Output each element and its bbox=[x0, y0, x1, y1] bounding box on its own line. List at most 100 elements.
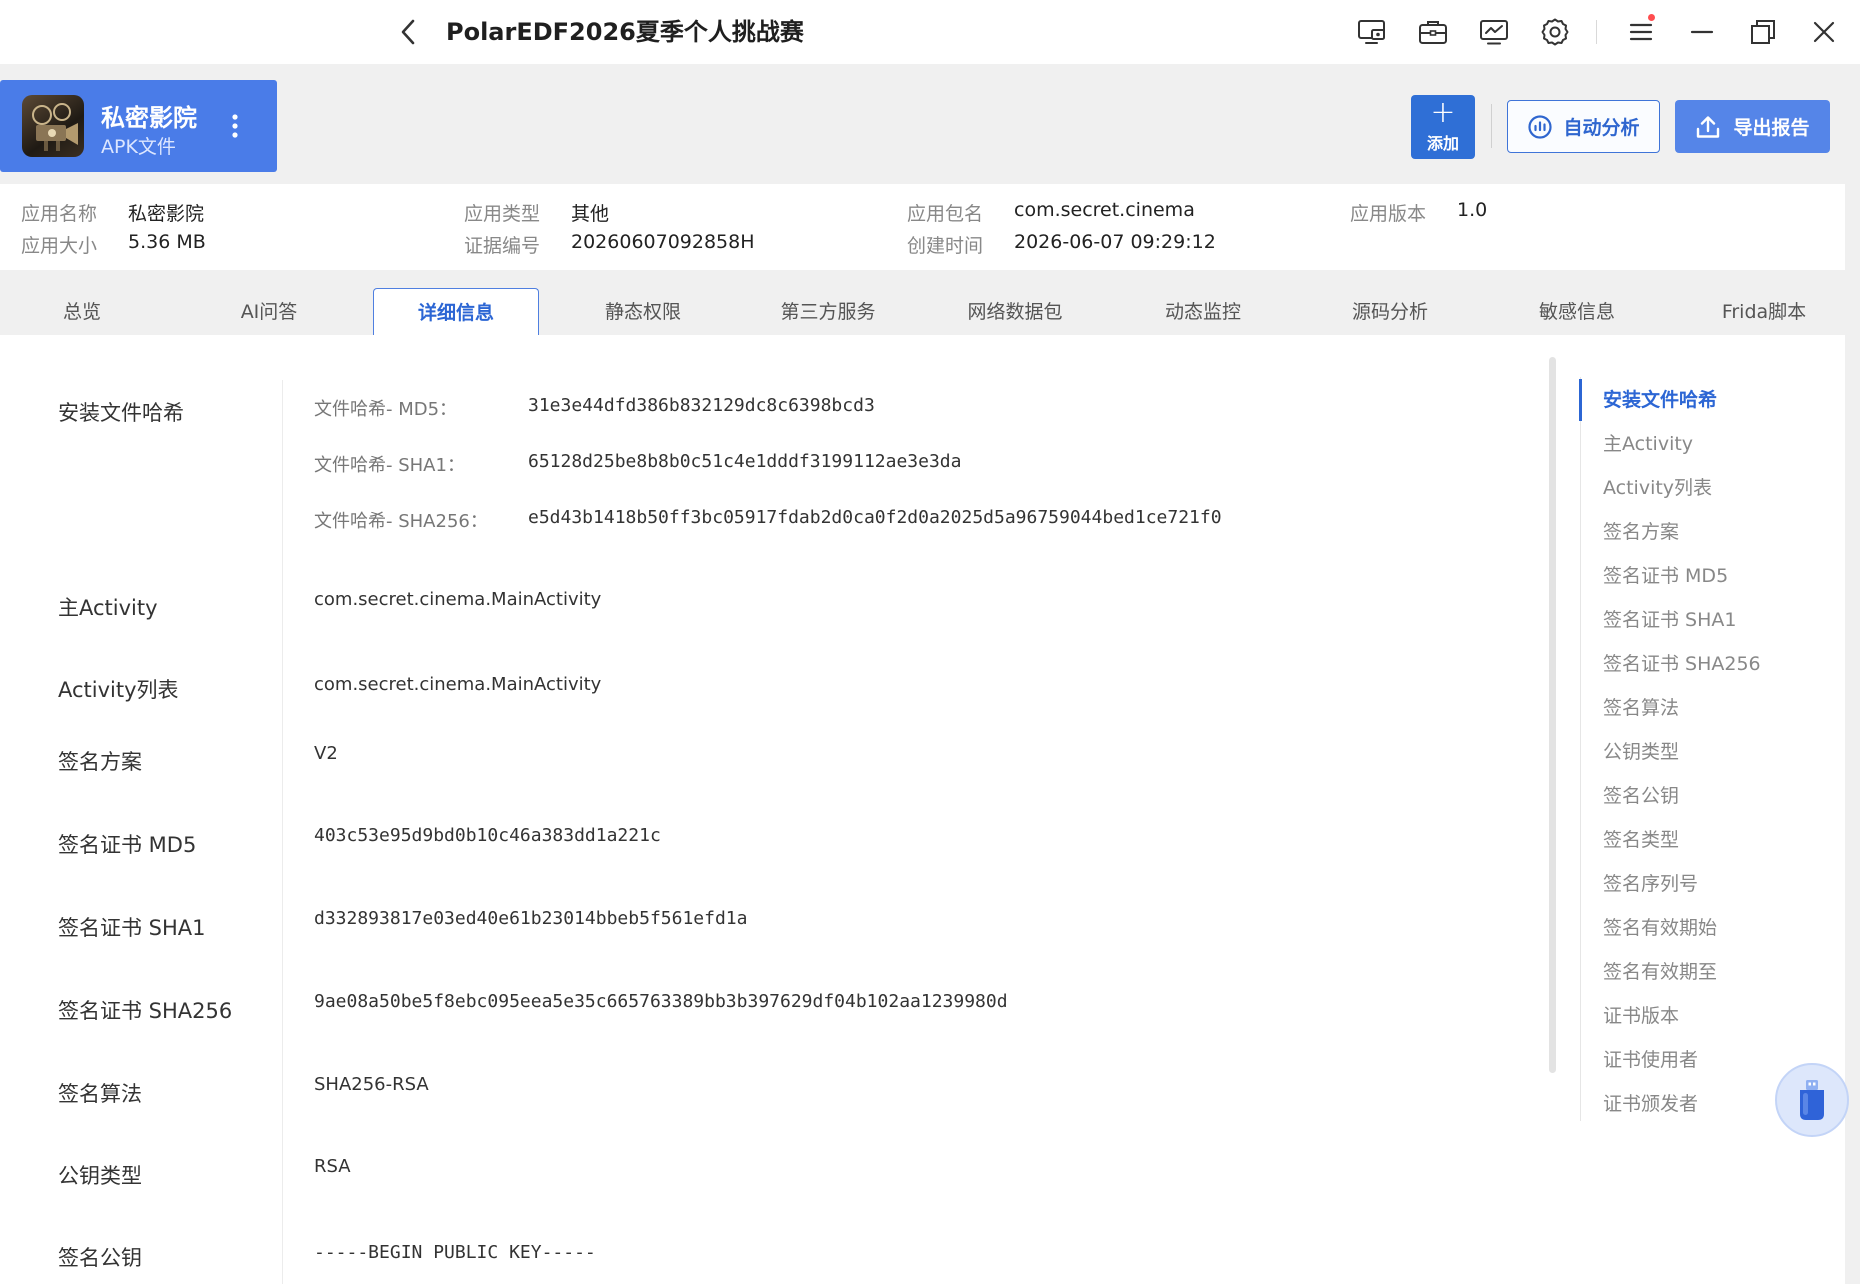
section-label-activity-list: Activity列表 bbox=[58, 678, 179, 702]
restore-window-icon bbox=[1751, 20, 1775, 44]
info-package-value: com.secret.cinema bbox=[1014, 199, 1195, 221]
info-package-key: 应用包名 bbox=[907, 203, 984, 225]
menu-icon bbox=[1629, 23, 1653, 41]
nav-item-sign-serial[interactable]: 签名序列号 bbox=[1603, 869, 1698, 896]
toolbar-separator bbox=[1596, 20, 1597, 44]
sign-scheme-value: V2 bbox=[314, 743, 338, 764]
section-label-cert-sha256: 签名证书 SHA256 bbox=[58, 999, 233, 1023]
close-icon bbox=[1813, 21, 1835, 43]
more-vertical-icon bbox=[232, 114, 238, 138]
tab-frida-script[interactable]: Frida脚本 bbox=[1704, 288, 1824, 336]
app-name: 私密影院 bbox=[101, 104, 197, 132]
add-button[interactable]: + 添加 bbox=[1411, 95, 1475, 159]
pubkey-value: -----BEGIN PUBLIC KEY----- bbox=[314, 1242, 596, 1263]
export-report-button[interactable]: 导出报告 bbox=[1675, 100, 1830, 153]
gear-icon bbox=[1541, 18, 1569, 46]
details-panel: 安装文件哈希 文件哈希- MD5： 31e3e44dfd386b832129dc… bbox=[0, 335, 1845, 1284]
section-label-sign-algo: 签名算法 bbox=[58, 1082, 142, 1106]
tab-ai-qa[interactable]: AI问答 bbox=[209, 288, 329, 336]
nav-item-cert-md5[interactable]: 签名证书 MD5 bbox=[1603, 561, 1728, 588]
cert-sha256-value: 9ae08a50be5f8ebc095eea5e35c665763389bb3b… bbox=[314, 991, 1008, 1012]
back-button[interactable] bbox=[390, 14, 426, 50]
nav-item-activity-list[interactable]: Activity列表 bbox=[1603, 473, 1712, 500]
app-more-button[interactable] bbox=[222, 106, 248, 146]
tab-source-analysis[interactable]: 源码分析 bbox=[1330, 288, 1450, 336]
info-kind-key: 应用类型 bbox=[464, 203, 541, 225]
monitor-chart-icon bbox=[1480, 20, 1508, 45]
info-size-value: 5.36 MB bbox=[128, 231, 206, 253]
header-separator bbox=[1491, 104, 1492, 148]
section-label-sign-scheme: 签名方案 bbox=[58, 750, 142, 774]
main-activity-value: com.secret.cinema.MainActivity bbox=[314, 589, 602, 610]
nav-item-sign-algo[interactable]: 签名算法 bbox=[1603, 693, 1679, 720]
nav-item-cert-sha1[interactable]: 签名证书 SHA1 bbox=[1603, 605, 1736, 632]
label-divider bbox=[282, 380, 283, 1284]
nav-item-cert-version[interactable]: 证书版本 bbox=[1603, 1001, 1679, 1028]
section-label-pubkey-type: 公钥类型 bbox=[58, 1164, 142, 1188]
section-nav-active-indicator bbox=[1579, 379, 1582, 421]
nav-item-sign-scheme[interactable]: 签名方案 bbox=[1603, 517, 1679, 544]
auto-analyze-label: 自动分析 bbox=[1563, 117, 1640, 139]
app-info-bar: 应用名称 私密影院 应用大小 5.36 MB 应用类型 其他 证据编号 2026… bbox=[0, 184, 1845, 270]
toolbox-button[interactable] bbox=[1415, 14, 1451, 50]
monitor-button[interactable] bbox=[1476, 14, 1512, 50]
tab-static-permissions[interactable]: 静态权限 bbox=[583, 288, 703, 336]
cert-md5-value: 403c53e95d9bd0b10c46a383dd1a221c bbox=[314, 825, 661, 846]
nav-item-cert-sha256[interactable]: 签名证书 SHA256 bbox=[1603, 649, 1761, 676]
sign-algo-value: SHA256-RSA bbox=[314, 1074, 429, 1095]
close-button[interactable] bbox=[1806, 14, 1842, 50]
minimize-icon bbox=[1690, 30, 1714, 34]
menu-button[interactable] bbox=[1623, 14, 1659, 50]
title-bar: PolarEDF2026夏季个人挑战赛 bbox=[0, 0, 1860, 64]
minimize-button[interactable] bbox=[1684, 14, 1720, 50]
nav-item-main-activity[interactable]: 主Activity bbox=[1603, 429, 1693, 456]
analytics-icon bbox=[1528, 114, 1553, 139]
content-scrollbar[interactable] bbox=[1549, 357, 1556, 1073]
tab-third-party[interactable]: 第三方服务 bbox=[758, 288, 898, 336]
maximize-button[interactable] bbox=[1745, 14, 1781, 50]
auto-analyze-button[interactable]: 自动分析 bbox=[1507, 100, 1660, 153]
floating-assistant-button[interactable] bbox=[1775, 1063, 1849, 1137]
settings-button[interactable] bbox=[1537, 14, 1573, 50]
screen-record-icon bbox=[1358, 20, 1385, 44]
film-projector-icon bbox=[32, 103, 78, 151]
info-kind-value: 其他 bbox=[571, 203, 610, 225]
nav-item-sign-type[interactable]: 签名类型 bbox=[1603, 825, 1679, 852]
info-created-key: 创建时间 bbox=[907, 235, 984, 257]
hash-sha256-key: 文件哈希- SHA256： bbox=[314, 511, 488, 532]
tab-network-packets[interactable]: 网络数据包 bbox=[945, 288, 1085, 336]
section-nav-track bbox=[1580, 377, 1581, 1121]
hash-sha1-key: 文件哈希- SHA1： bbox=[314, 455, 465, 476]
notification-dot bbox=[1648, 14, 1655, 21]
tab-bar: 总览 AI问答 详细信息 静态权限 第三方服务 网络数据包 动态监控 源码分析 … bbox=[0, 288, 1860, 336]
section-label-main-activity: 主Activity bbox=[58, 596, 158, 620]
info-version-key: 应用版本 bbox=[1350, 203, 1427, 225]
nav-item-cert-subject[interactable]: 证书使用者 bbox=[1603, 1045, 1698, 1072]
screen-record-button[interactable] bbox=[1354, 14, 1390, 50]
tab-dynamic-monitor[interactable]: 动态监控 bbox=[1143, 288, 1263, 336]
pubkey-type-value: RSA bbox=[314, 1156, 351, 1177]
plus-icon: + bbox=[1430, 95, 1456, 130]
tab-overview[interactable]: 总览 bbox=[22, 288, 142, 336]
upload-icon bbox=[1697, 115, 1720, 138]
info-evidence-key: 证据编号 bbox=[464, 235, 541, 257]
nav-item-hash[interactable]: 安装文件哈希 bbox=[1603, 385, 1717, 412]
app-card[interactable]: 私密影院 APK文件 bbox=[0, 80, 277, 172]
hash-sha256-value: e5d43b1418b50ff3bc05917fdab2d0ca0f2d0a20… bbox=[528, 507, 1222, 528]
add-button-label: 添加 bbox=[1426, 134, 1459, 153]
section-label-hash: 安装文件哈希 bbox=[58, 401, 184, 425]
nav-item-cert-issuer[interactable]: 证书颁发者 bbox=[1603, 1089, 1698, 1116]
nav-item-valid-from[interactable]: 签名有效期始 bbox=[1603, 913, 1717, 940]
window-title: PolarEDF2026夏季个人挑战赛 bbox=[446, 18, 804, 46]
section-label-cert-md5: 签名证书 MD5 bbox=[58, 833, 197, 857]
tab-details[interactable]: 详细信息 bbox=[373, 288, 539, 336]
nav-item-valid-to[interactable]: 签名有效期至 bbox=[1603, 957, 1717, 984]
activity-list-value: com.secret.cinema.MainActivity bbox=[314, 674, 602, 695]
info-evidence-value: 20260607092858H bbox=[571, 231, 755, 253]
info-created-value: 2026-06-07 09:29:12 bbox=[1014, 231, 1216, 253]
nav-item-pubkey-type[interactable]: 公钥类型 bbox=[1603, 737, 1679, 764]
nav-item-pubkey[interactable]: 签名公钥 bbox=[1603, 781, 1679, 808]
tab-sensitive-info[interactable]: 敏感信息 bbox=[1517, 288, 1637, 336]
cert-sha1-value: d332893817e03ed40e61b23014bbeb5f561efd1a bbox=[314, 908, 748, 929]
chevron-left-icon bbox=[401, 19, 415, 45]
